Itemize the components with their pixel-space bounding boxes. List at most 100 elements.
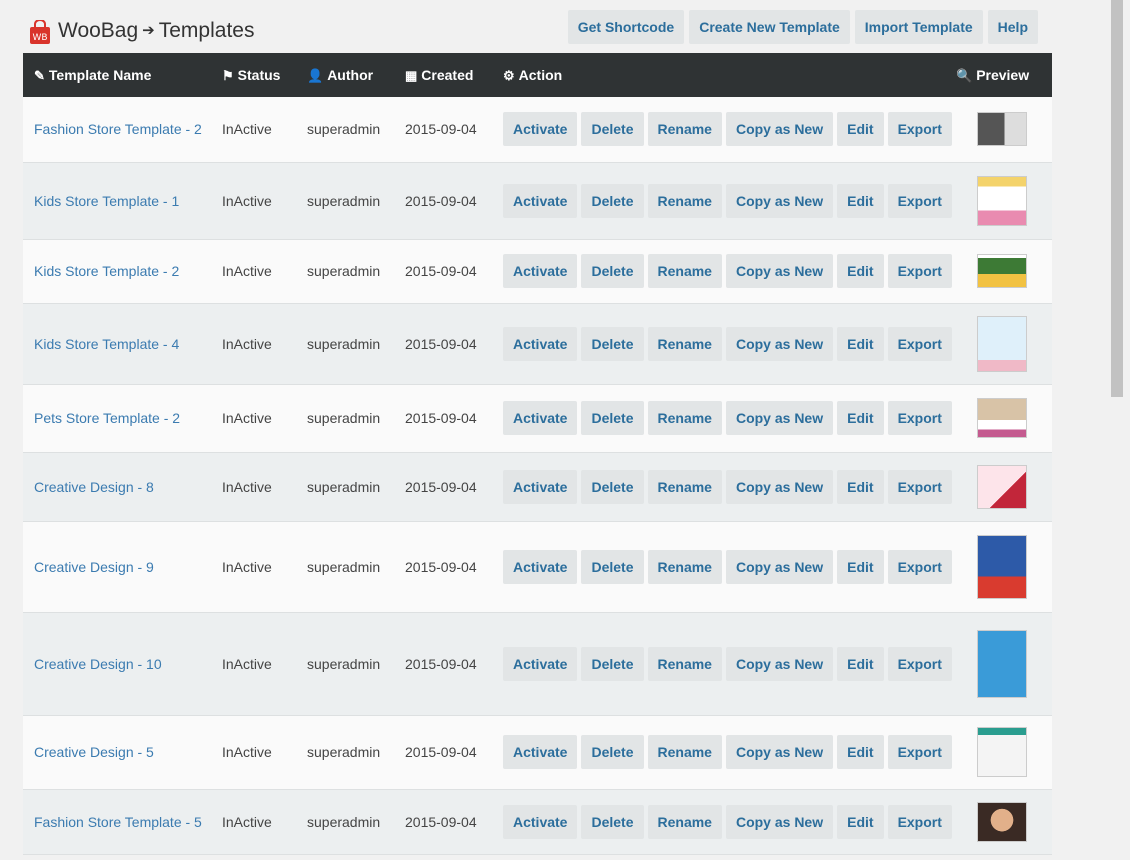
template-name-link[interactable]: Fashion Store Template - 5 <box>34 814 202 830</box>
template-name-link[interactable]: Creative Design - 5 <box>34 744 154 760</box>
copy-as-new-button[interactable]: Copy as New <box>725 183 834 218</box>
created-cell: 2015-09-04 <box>405 452 503 522</box>
copy-as-new-button[interactable]: Copy as New <box>725 254 834 288</box>
edit-button[interactable]: Edit <box>837 549 884 584</box>
template-name-link[interactable]: Creative Design - 9 <box>34 559 154 575</box>
rename-button[interactable]: Rename <box>647 804 722 839</box>
copy-as-new-button[interactable]: Copy as New <box>725 326 834 361</box>
template-name-link[interactable]: Pets Store Template - 2 <box>34 410 180 426</box>
template-preview-thumbnail[interactable] <box>977 254 1027 288</box>
template-preview-thumbnail[interactable] <box>977 629 1027 698</box>
rename-button[interactable]: Rename <box>647 469 722 504</box>
edit-button[interactable]: Edit <box>837 326 884 361</box>
edit-button[interactable]: Edit <box>837 254 884 288</box>
template-preview-thumbnail[interactable] <box>977 464 1027 509</box>
copy-as-new-button[interactable]: Copy as New <box>725 646 834 681</box>
template-preview-thumbnail[interactable] <box>977 801 1027 842</box>
copy-as-new-button[interactable]: Copy as New <box>725 549 834 584</box>
export-button[interactable]: Export <box>887 469 952 504</box>
activate-button[interactable]: Activate <box>503 469 578 504</box>
scrollbar-thumb[interactable] <box>1111 0 1123 397</box>
delete-button[interactable]: Delete <box>581 326 644 361</box>
export-button[interactable]: Export <box>887 646 952 681</box>
actions-cell: Activate Delete Rename Copy as New Edit Expor… <box>503 715 956 790</box>
template-preview-thumbnail[interactable] <box>977 398 1027 438</box>
edit-button[interactable]: Edit <box>837 735 884 769</box>
rename-button[interactable]: Rename <box>647 401 722 435</box>
delete-button[interactable]: Delete <box>581 254 644 288</box>
copy-as-new-button[interactable]: Copy as New <box>725 112 834 147</box>
delete-button[interactable]: Delete <box>581 401 644 435</box>
delete-button[interactable]: Delete <box>581 469 644 504</box>
export-button[interactable]: Export <box>887 326 952 361</box>
table-row: Kids Store Template - 4 InActive superadmi… <box>23 303 1052 385</box>
preview-cell <box>956 97 1052 163</box>
preview-cell <box>956 715 1052 790</box>
activate-button[interactable]: Activate <box>503 549 578 584</box>
col-template-name[interactable]: ✎ Template Name <box>23 53 222 97</box>
delete-button[interactable]: Delete <box>581 804 644 839</box>
edit-button[interactable]: Edit <box>837 112 884 147</box>
delete-button[interactable]: Delete <box>581 549 644 584</box>
preview-cell <box>956 162 1052 240</box>
activate-button[interactable]: Activate <box>503 735 578 769</box>
activate-button[interactable]: Activate <box>503 326 578 361</box>
col-created[interactable]: ▦ Created <box>405 53 503 97</box>
rename-button[interactable]: Rename <box>647 183 722 218</box>
template-name-link[interactable]: Creative Design - 10 <box>34 656 162 672</box>
activate-button[interactable]: Activate <box>503 401 578 435</box>
copy-as-new-button[interactable]: Copy as New <box>725 469 834 504</box>
export-button[interactable]: Export <box>887 254 952 288</box>
delete-button[interactable]: Delete <box>581 183 644 218</box>
export-button[interactable]: Export <box>887 735 952 769</box>
copy-as-new-button[interactable]: Copy as New <box>725 401 834 435</box>
edit-button[interactable]: Edit <box>837 804 884 839</box>
template-preview-thumbnail[interactable] <box>977 315 1027 372</box>
template-preview-thumbnail[interactable] <box>977 534 1027 599</box>
export-button[interactable]: Export <box>887 112 952 147</box>
rename-button[interactable]: Rename <box>647 112 722 147</box>
activate-button[interactable]: Activate <box>503 254 578 288</box>
col-author[interactable]: 👤 Author <box>307 53 405 97</box>
template-preview-thumbnail[interactable] <box>977 727 1027 777</box>
template-name-link[interactable]: Fashion Store Template - 2 <box>34 121 202 137</box>
export-button[interactable]: Export <box>887 804 952 839</box>
create-new-template-button[interactable]: Create New Template <box>689 10 850 44</box>
template-name-link[interactable]: Kids Store Template - 2 <box>34 263 179 279</box>
activate-button[interactable]: Activate <box>503 804 578 839</box>
activate-button[interactable]: Activate <box>503 183 578 218</box>
delete-button[interactable]: Delete <box>581 646 644 681</box>
rename-button[interactable]: Rename <box>647 735 722 769</box>
rename-button[interactable]: Rename <box>647 254 722 288</box>
template-preview-thumbnail[interactable] <box>977 112 1027 147</box>
rename-button[interactable]: Rename <box>647 646 722 681</box>
export-button[interactable]: Export <box>887 401 952 435</box>
edit-button[interactable]: Edit <box>837 469 884 504</box>
delete-button[interactable]: Delete <box>581 112 644 147</box>
activate-button[interactable]: Activate <box>503 112 578 147</box>
author-cell: superadmin <box>307 521 405 613</box>
delete-button[interactable]: Delete <box>581 735 644 769</box>
pencil-icon: ✎ <box>34 67 45 83</box>
template-preview-thumbnail[interactable] <box>977 175 1027 226</box>
get-shortcode-button[interactable]: Get Shortcode <box>567 10 685 44</box>
template-name-link[interactable]: Kids Store Template - 1 <box>34 193 179 209</box>
copy-as-new-button[interactable]: Copy as New <box>725 735 834 769</box>
template-name-link[interactable]: Creative Design - 8 <box>34 479 154 495</box>
edit-button[interactable]: Edit <box>837 401 884 435</box>
rename-button[interactable]: Rename <box>647 549 722 584</box>
edit-button[interactable]: Edit <box>837 183 884 218</box>
template-name-link[interactable]: Kids Store Template - 4 <box>34 336 179 352</box>
copy-as-new-button[interactable]: Copy as New <box>725 804 834 839</box>
activate-button[interactable]: Activate <box>503 646 578 681</box>
help-button[interactable]: Help <box>987 10 1038 44</box>
export-button[interactable]: Export <box>887 183 952 218</box>
rename-button[interactable]: Rename <box>647 326 722 361</box>
col-status[interactable]: ⚑ Status <box>222 53 307 97</box>
vertical-scrollbar[interactable] <box>1104 0 1130 860</box>
created-cell: 2015-09-04 <box>405 789 503 855</box>
import-template-button[interactable]: Import Template <box>854 10 983 44</box>
edit-button[interactable]: Edit <box>837 646 884 681</box>
actions-cell: Activate Delete Rename Copy as New Edit Expor… <box>503 162 956 240</box>
export-button[interactable]: Export <box>887 549 952 584</box>
